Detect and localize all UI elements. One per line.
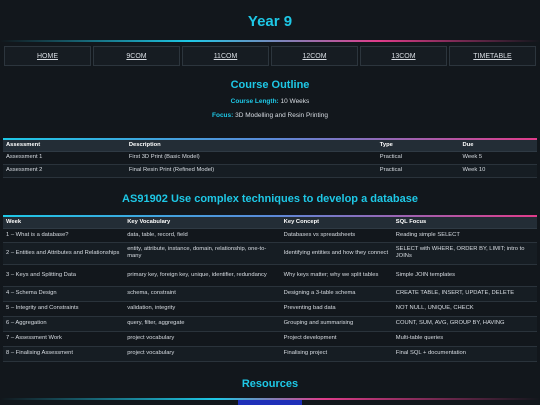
table-cell: Databases vs spreadsheets [280, 228, 393, 243]
table-cell: Designing a 3-table schema [280, 286, 393, 302]
table-row: 2 – Entities and Attributes and Relation… [3, 242, 537, 265]
table-cell: validation, integrity [124, 301, 281, 317]
table-cell: Final Resin Print (Refined Model) [125, 164, 377, 178]
table-cell: primary key, foreign key, unique, identi… [124, 264, 281, 287]
table-row: 1 – What is a database? data, table, rec… [3, 228, 537, 243]
assessment-header-row: Assessment Description Type Due [3, 140, 537, 152]
table-cell: 1 – What is a database? [3, 228, 125, 243]
table-cell: Reading simple SELECT [392, 228, 537, 243]
course-outline-heading: Course Outline [230, 79, 310, 91]
title-divider [0, 40, 540, 42]
course-focus-value: 3D Modelling and Resin Printing [235, 112, 328, 119]
course-length-line: Course Length: 10 Weeks [0, 98, 540, 105]
weekly-plan-table: Week Key Vocabulary Key Concept SQL Focu… [3, 215, 537, 362]
course-focus-label: Focus: [212, 112, 234, 119]
table-row: 4 – Schema Design schema, constraint Des… [3, 286, 537, 302]
table-row: 7 – Assessment Work project vocabulary P… [3, 331, 537, 347]
nav-timetable[interactable]: TIMETABLE [449, 46, 536, 66]
table-cell: Assessment 2 [3, 164, 126, 178]
table-cell: Multi-table queries [392, 331, 537, 347]
weekly-plan-header-row: Week Key Vocabulary Key Concept SQL Focu… [3, 217, 537, 229]
table-cell: Why keys matter; why we split tables [280, 264, 393, 287]
main-nav: HOME 9COM 11COM 12COM 13COM TIMETABLE [4, 46, 536, 66]
table-cell: First 3D Print (Basic Model) [125, 151, 377, 165]
table-cell: COUNT, SUM, AVG, GROUP BY, HAVING [392, 316, 537, 332]
table-cell: Practical [376, 151, 460, 165]
resources-heading: Resources [241, 378, 299, 390]
table-cell: Project development [280, 331, 393, 347]
page-title: Year 9 [247, 13, 293, 30]
table-cell: 5 – Integrity and Constraints [3, 301, 125, 317]
table-cell: CREATE TABLE, INSERT, UPDATE, DELETE [392, 286, 537, 302]
table-cell: NOT NULL, UNIQUE, CHECK [392, 301, 537, 317]
column-header: Key Vocabulary [124, 217, 281, 229]
column-header: Assessment [3, 140, 126, 152]
nav-home[interactable]: HOME [4, 46, 91, 66]
table-cell: Identifying entities and how they connec… [280, 242, 393, 265]
nav-13com[interactable]: 13COM [360, 46, 447, 66]
table-cell: Simple JOIN templates [392, 264, 537, 287]
standard-heading: AS91902 Use complex techniques to develo… [122, 193, 418, 205]
nav-11com[interactable]: 11COM [182, 46, 269, 66]
table-row: 5 – Integrity and Constraints validation… [3, 301, 537, 317]
table-cell: entity, attribute, instance, domain, rel… [124, 242, 281, 265]
table-cell: Finalising project [280, 346, 393, 362]
table-cell: data, table, record, field [124, 228, 281, 243]
table-cell: 7 – Assessment Work [3, 331, 125, 347]
table-cell: Assessment 1 [3, 151, 126, 165]
table-row: 6 – Aggregation query, filter, aggregate… [3, 316, 537, 332]
course-focus-line: Focus: 3D Modelling and Resin Printing [0, 112, 540, 119]
table-cell: 2 – Entities and Attributes and Relation… [3, 242, 125, 265]
column-header: Due [459, 140, 537, 152]
table-cell: 8 – Finalising Assessment [3, 346, 125, 362]
table-cell: Preventing bad data [280, 301, 393, 317]
table-cell: query, filter, aggregate [124, 316, 281, 332]
table-cell: 6 – Aggregation [3, 316, 125, 332]
column-header: Key Concept [280, 217, 393, 229]
table-cell: project vocabulary [124, 331, 281, 347]
table-cell: Grouping and summarising [280, 316, 393, 332]
nav-9com[interactable]: 9COM [93, 46, 180, 66]
table-cell: SELECT with WHERE, ORDER BY, LIMIT; intr… [392, 242, 537, 265]
column-header: Type [376, 140, 460, 152]
table-row: 3 – Keys and Splitting Data primary key,… [3, 264, 537, 287]
column-header: SQL Focus [392, 217, 537, 229]
column-header: Description [125, 140, 377, 152]
nav-12com[interactable]: 12COM [271, 46, 358, 66]
table-cell: 4 – Schema Design [3, 286, 125, 302]
table-cell: 3 – Keys and Splitting Data [3, 264, 125, 287]
course-length-value: 10 Weeks [280, 98, 310, 105]
table-cell: Practical [376, 164, 460, 178]
column-header: Week [3, 217, 125, 229]
table-cell: Week 10 [459, 164, 537, 178]
table-row: Assessment 1 First 3D Print (Basic Model… [3, 151, 537, 165]
course-length-label: Course Length: [230, 98, 279, 105]
table-row: Assessment 2 Final Resin Print (Refined … [3, 164, 537, 178]
table-cell: Week 5 [459, 151, 537, 165]
resources-link-bar[interactable] [238, 400, 302, 405]
table-cell: schema, constraint [124, 286, 281, 302]
table-row: 8 – Finalising Assessment project vocabu… [3, 346, 537, 362]
assessment-table: Assessment Description Type Due Assessme… [3, 138, 537, 178]
table-cell: project vocabulary [124, 346, 281, 362]
table-cell: Final SQL + documentation [392, 346, 537, 362]
